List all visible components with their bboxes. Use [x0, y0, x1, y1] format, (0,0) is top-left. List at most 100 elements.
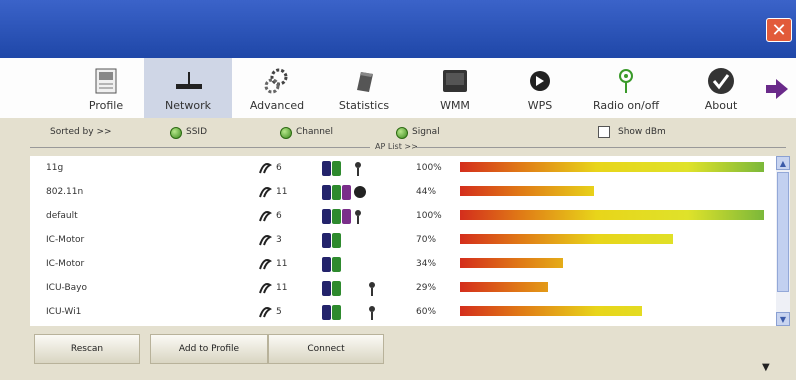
- close-button[interactable]: ✕: [766, 18, 792, 42]
- radio-icon: [612, 67, 640, 95]
- ap-row[interactable]: default 6 100%: [30, 204, 776, 228]
- scroll-thumb[interactable]: [777, 172, 789, 292]
- show-dbm-label: Show dBm: [618, 127, 666, 137]
- toolbar-advanced-label: Advanced: [249, 99, 305, 112]
- rescan-button[interactable]: Rescan: [34, 334, 140, 364]
- ap-signal-percent: 60%: [416, 307, 437, 317]
- toolbar-radio-button[interactable]: Radio on/off: [584, 58, 668, 118]
- sort-ssid-radio[interactable]: [170, 127, 182, 139]
- divider: [30, 147, 370, 148]
- toolbar-wmm-label: WMM: [440, 99, 470, 112]
- sort-signal-radio[interactable]: [396, 127, 408, 139]
- ap-signal-bar: [460, 306, 642, 316]
- sorted-by-label: Sorted by >>: [50, 127, 112, 137]
- connect-button[interactable]: Connect: [268, 334, 384, 364]
- ap-signal-percent: 34%: [416, 259, 437, 269]
- ap-capability-icons: [322, 304, 382, 325]
- ap-row[interactable]: IC-Motor 11 34%: [30, 252, 776, 276]
- show-dbm-checkbox[interactable]: [598, 126, 610, 138]
- ap-row[interactable]: ICU-Bayo 11 29%: [30, 276, 776, 300]
- profile-icon: [92, 67, 120, 95]
- toolbar-network-button[interactable]: Network: [144, 58, 232, 118]
- add-to-profile-button[interactable]: Add to Profile: [150, 334, 268, 364]
- ap-signal-percent: 100%: [416, 163, 442, 173]
- network-icon: [174, 67, 202, 95]
- ap-ssid: IC-Motor: [46, 235, 85, 245]
- statistics-icon: [350, 67, 378, 95]
- ap-ssid: 11g: [46, 163, 64, 173]
- ap-signal-percent: 29%: [416, 283, 437, 293]
- ap-signal-percent: 70%: [416, 235, 437, 245]
- toolbar-wmm-button[interactable]: WMM: [430, 58, 480, 118]
- ap-row[interactable]: 802.11n 11 44%: [30, 180, 776, 204]
- toolbar-wps-label: WPS: [527, 99, 553, 112]
- ap-channel: 6: [256, 159, 282, 178]
- ap-list[interactable]: 11g 6 100% 802.11n 11 44% default 6 100%…: [30, 156, 776, 326]
- ap-ssid: ICU-Wi1: [46, 307, 82, 317]
- close-icon: ✕: [771, 19, 787, 41]
- sort-channel-radio[interactable]: [280, 127, 292, 139]
- divider: [416, 147, 786, 148]
- ap-capability-icons: [322, 256, 382, 277]
- ap-signal-bar: [460, 258, 563, 268]
- toolbar-statistics-label: Statistics: [338, 99, 390, 112]
- toolbar-about-button[interactable]: About: [696, 58, 746, 118]
- ap-signal-bar: [460, 210, 764, 220]
- toolbar-profile-button[interactable]: Profile: [78, 58, 134, 118]
- toolbar-radio-label: Radio on/off: [592, 99, 660, 112]
- ap-row[interactable]: ICU-Wi1 5 60%: [30, 300, 776, 324]
- ap-list-scrollbar[interactable]: ▲ ▼: [776, 156, 790, 326]
- ap-signal-bar: [460, 186, 594, 196]
- ap-capability-icons: [322, 184, 382, 205]
- ap-row[interactable]: 11g 6 100%: [30, 156, 776, 180]
- ap-signal-percent: 44%: [416, 187, 437, 197]
- sort-channel-label: Channel: [296, 127, 333, 137]
- ap-signal-bar: [460, 282, 548, 292]
- wmm-icon: [441, 67, 469, 95]
- ap-channel: 11: [256, 279, 287, 298]
- about-icon: [707, 67, 735, 95]
- ap-channel: 5: [256, 303, 282, 322]
- arrow-right-icon[interactable]: [764, 78, 790, 100]
- ap-list-label: AP List >>: [375, 142, 418, 151]
- toolbar-profile-label: Profile: [88, 99, 124, 112]
- ap-capability-icons: [322, 280, 382, 301]
- toolbar-advanced-button[interactable]: Advanced: [242, 58, 312, 118]
- ap-channel: 11: [256, 255, 287, 274]
- title-bar: ✕: [0, 0, 796, 58]
- channel-icon: [259, 211, 272, 222]
- ap-ssid: ICU-Bayo: [46, 283, 87, 293]
- scroll-up-button[interactable]: ▲: [776, 156, 790, 170]
- channel-icon: [259, 259, 272, 270]
- ap-capability-icons: [322, 160, 382, 181]
- ap-signal-percent: 100%: [416, 211, 442, 221]
- toolbar-wps-button[interactable]: WPS: [518, 58, 562, 118]
- channel-icon: [259, 283, 272, 294]
- toolbar-about-label: About: [704, 99, 738, 112]
- expand-arrow-icon[interactable]: ▼: [762, 362, 770, 373]
- wps-icon: [526, 67, 554, 95]
- ap-ssid: 802.11n: [46, 187, 84, 197]
- toolbar-network-label: Network: [165, 99, 211, 112]
- ap-row[interactable]: IC-Motor 3 70%: [30, 228, 776, 252]
- toolbar: Profile Network Advanced Statistics WMM …: [0, 58, 796, 118]
- ap-capability-icons: [322, 232, 382, 253]
- advanced-icon: [263, 67, 291, 95]
- network-panel: Sorted by >> SSID Channel Signal Show dB…: [0, 118, 796, 380]
- ap-signal-bar: [460, 162, 764, 172]
- toolbar-statistics-button[interactable]: Statistics: [330, 58, 398, 118]
- channel-icon: [259, 307, 272, 318]
- ap-ssid: default: [46, 211, 78, 221]
- ap-channel: 3: [256, 231, 282, 250]
- sort-signal-label: Signal: [412, 127, 440, 137]
- ap-ssid: IC-Motor: [46, 259, 85, 269]
- sort-ssid-label: SSID: [186, 127, 208, 137]
- scroll-down-button[interactable]: ▼: [776, 312, 790, 326]
- ap-signal-bar: [460, 234, 673, 244]
- channel-icon: [259, 187, 272, 198]
- channel-icon: [259, 163, 272, 174]
- ap-channel: 6: [256, 207, 282, 226]
- ap-channel: 11: [256, 183, 287, 202]
- channel-icon: [259, 235, 272, 246]
- ap-capability-icons: [322, 208, 382, 229]
